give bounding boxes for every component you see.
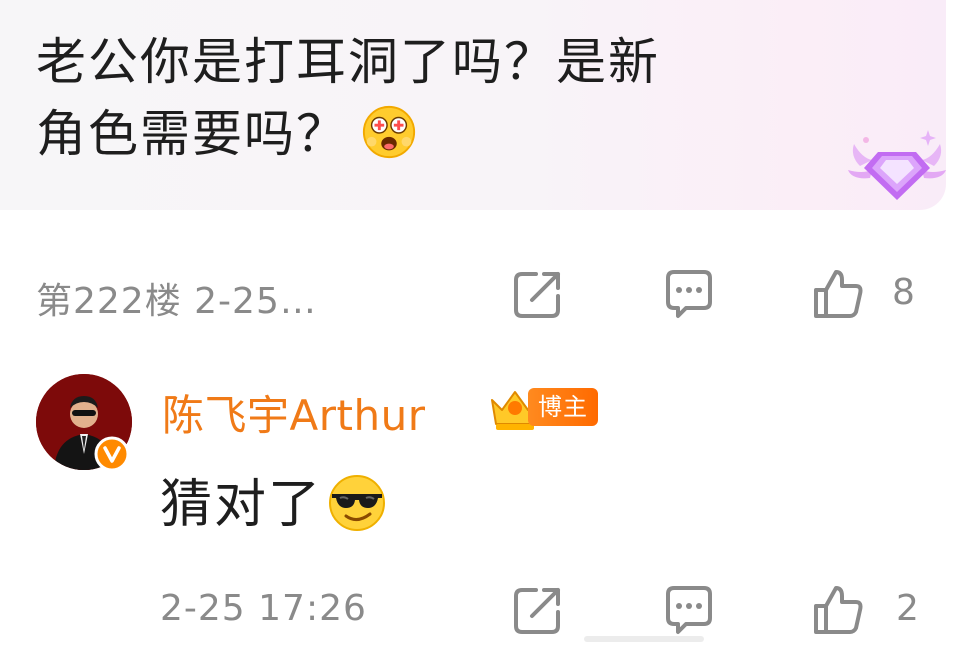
verified-v-icon	[94, 436, 130, 472]
reply-text: 猜对了	[160, 462, 388, 537]
comment-text-line1: 老公你是打耳洞了吗？是新	[36, 33, 660, 91]
like-icon[interactable]	[808, 264, 868, 324]
blogger-tag: 博主	[528, 388, 598, 426]
floor-time-label: 第222楼 2-25…	[36, 281, 317, 322]
diamond-badge-icon	[848, 130, 946, 200]
like-icon[interactable]	[808, 580, 868, 640]
star-eyes-emoji-icon	[362, 105, 416, 159]
reply-author-name[interactable]: 陈飞宇Arthur	[162, 382, 425, 443]
reply-like-count: 2	[896, 588, 919, 629]
comment-text: 老公你是打耳洞了吗？是新 角色需要吗？	[36, 26, 856, 170]
watermark-mark	[584, 636, 704, 642]
sunglasses-emoji-icon	[329, 475, 386, 531]
reply-meta-row: 2-25 17:26 2	[0, 580, 970, 640]
reply-timestamp: 2-25 17:26	[160, 588, 367, 629]
comment-meta-row: 第222楼 2-25… 8	[0, 264, 970, 324]
comment-card: 老公你是打耳洞了吗？是新 角色需要吗？	[0, 0, 946, 210]
share-icon[interactable]	[508, 264, 568, 324]
reply-text-content: 猜对了	[160, 475, 323, 535]
share-icon[interactable]	[508, 580, 568, 640]
like-count: 8	[892, 272, 915, 313]
comment-text-line2: 角色需要吗？	[36, 105, 348, 163]
comment-icon[interactable]	[658, 264, 718, 324]
